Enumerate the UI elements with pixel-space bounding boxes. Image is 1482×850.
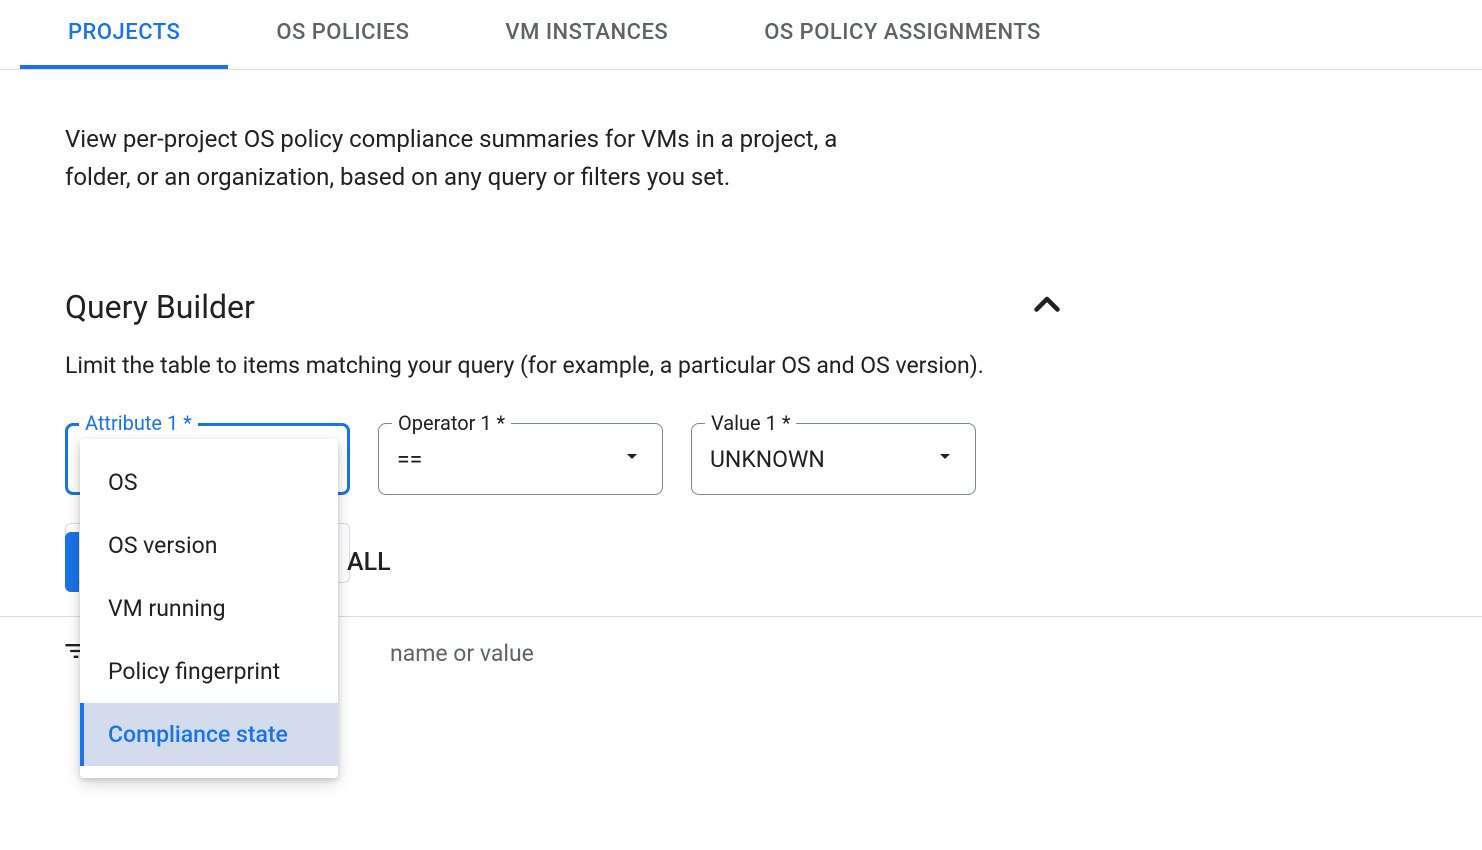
- value-label: Value 1 *: [705, 411, 796, 435]
- attribute-field-wrapper: Attribute 1 * OS OS version VM running P…: [65, 423, 350, 495]
- dropdown-arrow-icon: [933, 444, 957, 474]
- dropdown-option-compliance-state[interactable]: Compliance state: [80, 703, 338, 766]
- attribute-dropdown-menu: OS OS version VM running Policy fingerpr…: [80, 439, 338, 778]
- dropdown-option-vm-running[interactable]: VM running: [80, 577, 338, 640]
- query-row: Attribute 1 * OS OS version VM running P…: [65, 423, 1422, 495]
- attribute-label: Attribute 1 *: [79, 411, 198, 435]
- toggle-all-text[interactable]: ALL: [347, 548, 391, 577]
- value-field-wrapper: Value 1 * UNKNOWN: [691, 423, 976, 495]
- query-builder-title: Query Builder: [65, 288, 255, 326]
- blue-bar: [65, 532, 79, 592]
- query-builder-header: Query Builder: [65, 287, 1065, 327]
- tab-vm-instances[interactable]: VM INSTANCES: [457, 0, 716, 69]
- main-content: View per-project OS policy compliance su…: [0, 70, 1482, 592]
- dropdown-option-os-version[interactable]: OS version: [80, 514, 338, 577]
- tab-os-policies[interactable]: OS POLICIES: [228, 0, 457, 69]
- dropdown-option-policy-fingerprint[interactable]: Policy fingerprint: [80, 640, 338, 703]
- operator-label: Operator 1 *: [392, 411, 511, 435]
- tab-projects[interactable]: PROJECTS: [20, 0, 228, 69]
- query-builder-section: Query Builder Limit the table to items m…: [65, 287, 1422, 593]
- value-value: UNKNOWN: [710, 446, 825, 473]
- chevron-up-icon[interactable]: [1029, 287, 1065, 327]
- operator-value: ==: [397, 446, 422, 473]
- dropdown-option-os[interactable]: OS: [80, 451, 338, 514]
- tabs-bar: PROJECTS OS POLICIES VM INSTANCES OS POL…: [0, 0, 1482, 70]
- dropdown-arrow-icon: [620, 444, 644, 474]
- page-description: View per-project OS policy compliance su…: [65, 120, 885, 197]
- query-builder-subtitle: Limit the table to items matching your q…: [65, 349, 1422, 384]
- operator-field-wrapper: Operator 1 * ==: [378, 423, 663, 495]
- tab-os-policy-assignments[interactable]: OS POLICY ASSIGNMENTS: [716, 0, 1089, 69]
- filter-placeholder[interactable]: name or value: [390, 640, 534, 667]
